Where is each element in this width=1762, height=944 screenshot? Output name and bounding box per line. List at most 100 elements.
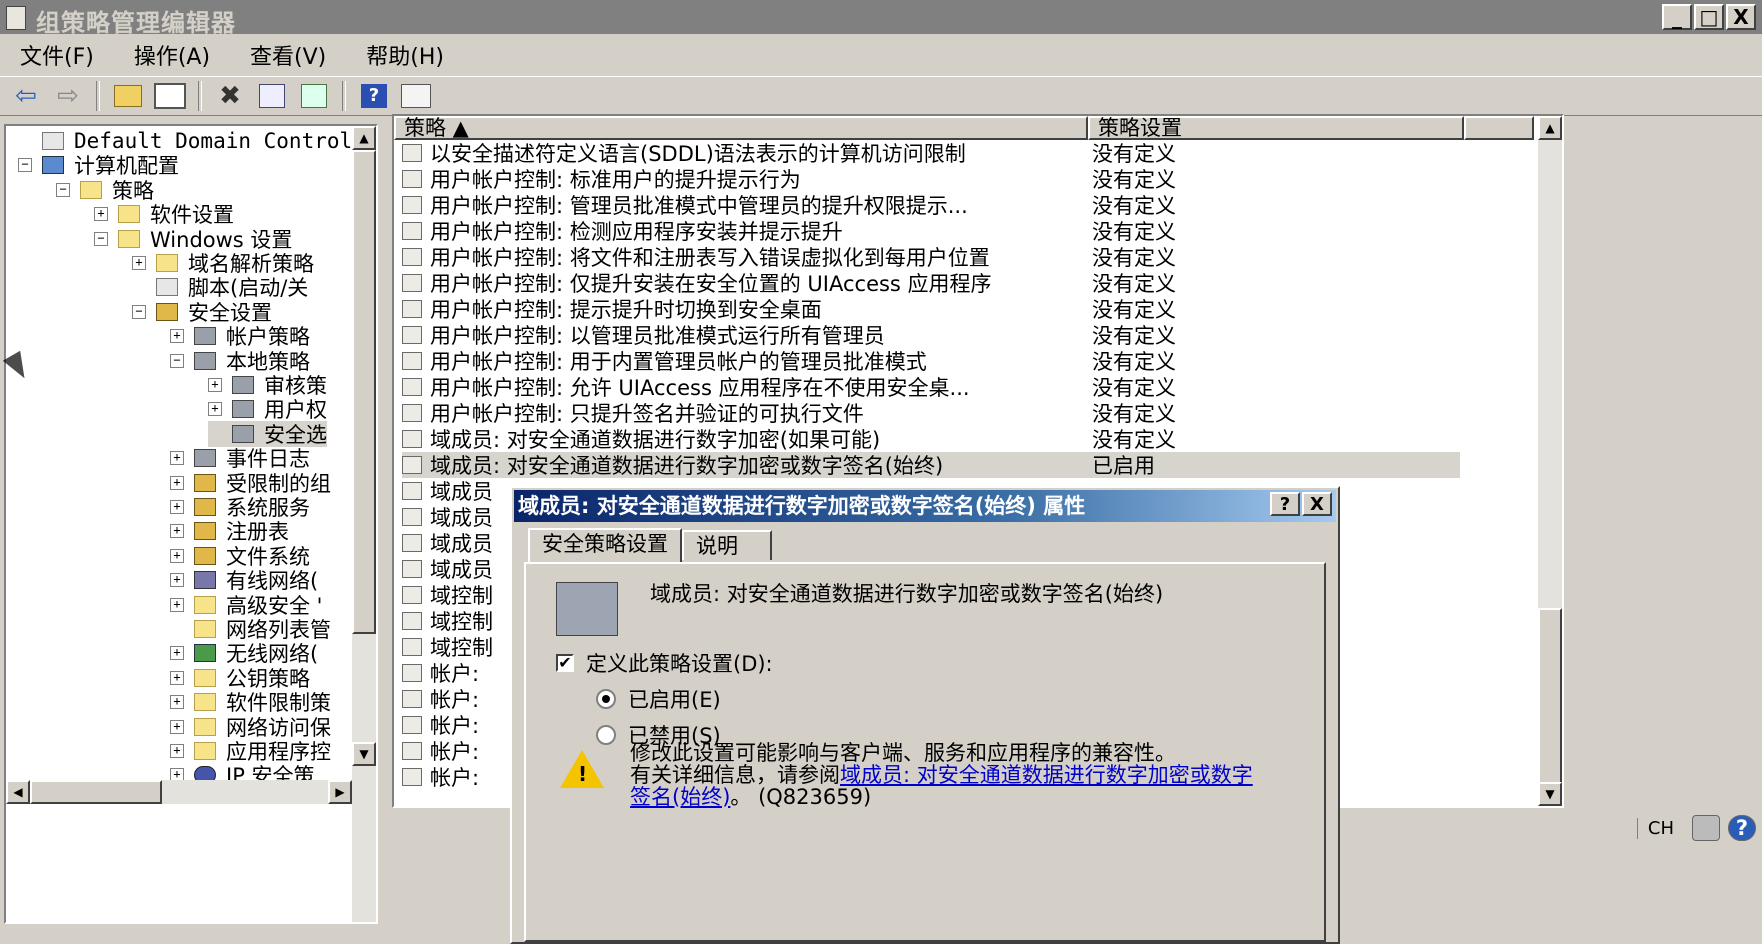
help-tray-icon[interactable]: ? — [1728, 815, 1756, 841]
forward-icon[interactable]: ⇨ — [50, 80, 86, 112]
column-header-setting[interactable]: 策略设置 — [1088, 116, 1464, 140]
table-row[interactable]: 用户帐户控制: 将文件和注册表写入错误虚拟化到每用户位置 没有定义 — [402, 244, 1460, 270]
tree-item[interactable]: Default Domain Controller — [18, 128, 378, 154]
expand-icon[interactable]: + — [170, 695, 184, 710]
expand-icon[interactable]: + — [170, 670, 184, 685]
menu-action[interactable]: 操作(A) — [114, 39, 230, 71]
enabled-radio[interactable] — [596, 689, 616, 709]
help-icon[interactable]: ? — [356, 80, 392, 112]
list-vertical-scrollbar[interactable]: ▲ ▼ — [1538, 116, 1562, 806]
column-header-policy[interactable]: 策略 ▲ — [394, 116, 1088, 140]
scroll-thumb[interactable] — [352, 150, 376, 634]
properties-dialog: 域成员: 对安全通道数据进行数字加密或数字签名(始终) 属性 ? X 安全策略设… — [510, 486, 1340, 944]
up-folder-icon[interactable] — [110, 80, 146, 112]
console-icon[interactable] — [398, 80, 434, 112]
warning-text: 修改此设置可能影响与客户端、服务和应用程序的兼容性。 有关详细信息，请参阅域成员… — [630, 742, 1270, 808]
table-row[interactable]: 用户帐户控制: 标准用户的提升提示行为 没有定义 — [402, 166, 1460, 192]
doc-icon — [156, 278, 178, 297]
tab-security-policy-setting[interactable]: 安全策略设置 — [528, 528, 682, 562]
window-title: 组策略管理编辑器 — [36, 9, 236, 37]
table-row[interactable]: 用户帐户控制: 以管理员批准模式运行所有管理员 没有定义 — [402, 322, 1460, 348]
back-icon[interactable]: ⇦ — [8, 80, 44, 112]
policy-item-icon — [402, 716, 422, 734]
expand-icon[interactable]: + — [132, 256, 146, 270]
table-row[interactable]: 用户帐户控制: 只提升签名并验证的可执行文件 没有定义 — [402, 400, 1460, 426]
policy-icon — [194, 449, 216, 468]
expand-icon[interactable]: + — [170, 475, 184, 490]
expand-icon[interactable]: + — [170, 597, 184, 612]
collapse-icon[interactable]: − — [18, 158, 32, 173]
close-button[interactable]: X — [1726, 4, 1756, 30]
enabled-label: 已启用(E) — [628, 688, 721, 712]
menu-file[interactable]: 文件(F) — [0, 39, 114, 71]
expand-icon[interactable]: + — [208, 402, 222, 417]
show-hide-tree-icon[interactable] — [152, 80, 188, 112]
collapse-icon[interactable]: − — [132, 304, 146, 319]
dialog-title: 域成员: 对安全通道数据进行数字加密或数字签名(始终) 属性 — [514, 490, 1336, 522]
tree-horizontal-scrollbar[interactable]: ◀ ▶ — [6, 780, 352, 804]
dialog-help-button[interactable]: ? — [1270, 492, 1300, 516]
expand-icon[interactable]: + — [170, 451, 184, 466]
expand-icon[interactable]: + — [170, 646, 184, 661]
disabled-radio[interactable] — [596, 725, 616, 745]
table-row[interactable]: 域成员: 对安全通道数据进行数字加密或数字签名(始终) 已启用 — [402, 452, 1460, 478]
expand-icon[interactable]: + — [94, 207, 108, 222]
folder-icon — [156, 254, 178, 272]
collapse-icon[interactable]: − — [94, 231, 108, 246]
table-row[interactable]: 用户帐户控制: 检测应用程序安装并提示提升 没有定义 — [402, 218, 1460, 244]
table-row[interactable]: 用户帐户控制: 提示提升时切换到安全桌面 没有定义 — [402, 296, 1460, 322]
collapse-icon[interactable]: − — [56, 182, 70, 197]
expand-icon[interactable]: + — [170, 524, 184, 539]
scroll-down-button[interactable]: ▼ — [1538, 782, 1562, 806]
tree-item[interactable]: − 策略 — [56, 177, 154, 203]
expand-icon[interactable]: + — [170, 329, 184, 344]
expand-icon[interactable]: + — [170, 744, 184, 758]
table-row[interactable]: 用户帐户控制: 允许 UIAccess 应用程序在不使用安全桌... 没有定义 — [402, 374, 1460, 400]
collapse-icon[interactable]: − — [170, 353, 184, 368]
table-row[interactable]: 以安全描述符定义语言(SDDL)语法表示的计算机访问限制 没有定义 — [402, 140, 1460, 166]
policy-item-icon — [402, 274, 422, 292]
expand-icon[interactable]: + — [170, 548, 184, 563]
table-row[interactable]: 用户帐户控制: 用于内置管理员帐户的管理员批准模式 没有定义 — [402, 348, 1460, 374]
menu-help[interactable]: 帮助(H) — [346, 39, 464, 71]
expand-icon[interactable]: + — [208, 378, 222, 392]
policy-item-icon — [402, 170, 422, 188]
toolbar-separator — [342, 81, 346, 111]
minimize-button[interactable]: _ — [1662, 4, 1692, 30]
dialog-close-button[interactable]: X — [1302, 492, 1332, 516]
hscroll-thumb[interactable] — [30, 780, 162, 804]
scroll-up-button[interactable]: ▲ — [352, 126, 376, 150]
tab-explain[interactable]: 说明 — [682, 530, 772, 560]
tree-item-label: Default Domain Controller — [74, 129, 378, 153]
define-policy-row[interactable]: ✔ 定义此策略设置(D): — [556, 648, 773, 678]
tree-vertical-scrollbar[interactable]: ▲ ▼ — [352, 126, 376, 922]
column-header-empty — [1464, 116, 1534, 140]
tree-pane[interactable]: Default Domain Controller − 计算机配置 − 策略 + 软件设置 −… — [4, 124, 378, 924]
scroll-up-button[interactable]: ▲ — [1538, 116, 1562, 140]
expand-icon[interactable]: + — [170, 573, 184, 588]
enabled-radio-row[interactable]: 已启用(E) — [596, 684, 721, 714]
scroll-thumb[interactable] — [1538, 608, 1562, 784]
policy-item-icon — [402, 300, 422, 318]
define-policy-checkbox[interactable]: ✔ — [556, 654, 574, 672]
folder-icon — [194, 668, 216, 687]
table-row[interactable]: 域成员: 对安全通道数据进行数字加密(如果可能) 没有定义 — [402, 426, 1460, 452]
table-row[interactable]: 用户帐户控制: 仅提升安装在安全位置的 UIAccess 应用程序 没有定义 — [402, 270, 1460, 296]
properties-icon[interactable] — [254, 80, 290, 112]
policy-item-icon — [402, 638, 422, 656]
language-indicator[interactable]: CH — [1636, 817, 1684, 839]
delete-icon[interactable]: ✖ — [212, 80, 248, 112]
menu-view[interactable]: 查看(V) — [230, 39, 346, 71]
keyboard-icon[interactable] — [1692, 815, 1720, 841]
doc-icon — [42, 132, 64, 150]
expand-icon[interactable]: + — [170, 500, 184, 514]
table-row[interactable]: 用户帐户控制: 管理员批准模式中管理员的提升权限提示... 没有定义 — [402, 192, 1460, 218]
maximize-button[interactable]: □ — [1694, 4, 1724, 30]
export-icon[interactable] — [296, 80, 332, 112]
scroll-down-button[interactable]: ▼ — [352, 742, 376, 766]
scroll-left-button[interactable]: ◀ — [6, 780, 30, 804]
tree-item[interactable]: − 计算机配置 — [18, 152, 179, 178]
toolbar-separator — [198, 81, 202, 111]
expand-icon[interactable]: + — [170, 719, 184, 734]
scroll-right-button[interactable]: ▶ — [328, 780, 352, 804]
